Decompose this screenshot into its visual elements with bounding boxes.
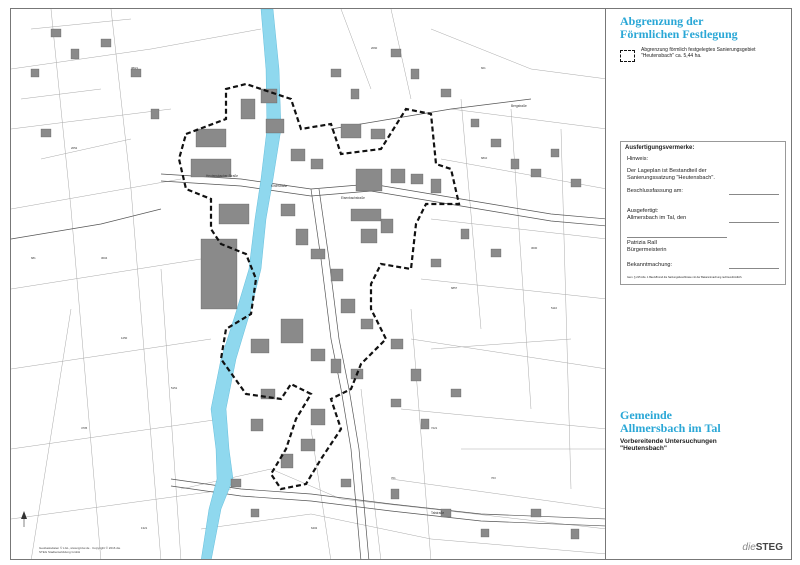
ausgefertigt-label: Ausgefertigt: <box>627 208 659 214</box>
parcel-number: 5151 <box>171 386 178 390</box>
logo-name: STEG <box>755 542 783 553</box>
legal-footnote: Gem. § 215 Abs. 1 BauGB sind die Satzung… <box>627 276 743 279</box>
hinweis-text: Sanierungssatzung "Heutensbach". <box>627 175 715 181</box>
map-canvas: Heutensbacher Straße Eisenbachstraße Ber… <box>11 9 605 559</box>
signature-line <box>729 194 779 195</box>
parcel-number: 2052 <box>71 146 78 150</box>
parcel-number: 4705 <box>81 426 88 430</box>
ausfertigungsvermerke-box: Ausfertigungsvermerke: Hinweis: Der Lage… <box>620 141 786 285</box>
subtitle-line: Vorbereitende Untersuchungen <box>620 438 717 445</box>
plan-sheet: Heutensbacher Straße Eisenbachstraße Ber… <box>0 0 800 565</box>
buildings <box>30 28 582 540</box>
gemeinde-title: Gemeinde Allmersbach im Tal <box>620 409 790 435</box>
legend-item-text: Abgrenzung förmlich festgelegtes Sanieru… <box>641 47 756 59</box>
hinweis-text: Der Lageplan ist Bestandteil der <box>627 168 707 174</box>
logo-prefix: die <box>742 542 756 553</box>
parcel-number: 601 <box>481 66 486 70</box>
gemeinde-line: Allmersbach im Tal <box>620 421 721 435</box>
beschluss-label: Beschlussfassung am: <box>627 188 683 194</box>
map-copyright: Geobasisdaten © LGL, www.lgl-bw.de · Cop… <box>39 546 121 554</box>
parcel-number: 2060 <box>371 46 378 50</box>
parcel-number: 5110 <box>551 306 557 310</box>
parcel-number: 6810 <box>481 156 488 160</box>
ort-datum-label: Allmersbach im Tal, den <box>627 215 687 221</box>
signature-line <box>729 268 779 269</box>
street-label: Kirchstraße <box>271 184 288 188</box>
signatory-name: Patrizia Rall <box>627 240 657 246</box>
hinweis-label: Hinweis: <box>627 156 649 162</box>
legend-title-line: Förmlichen Festlegung <box>620 27 738 41</box>
legend-panel: Abgrenzung der Förmlichen Festlegung Abg… <box>606 8 792 560</box>
legend-title: Abgrenzung der Förmlichen Festlegung <box>620 15 790 41</box>
street-label: Bergstraße <box>511 104 527 108</box>
dashed-boundary-icon <box>620 50 635 62</box>
parcel-number: 763 <box>491 476 496 480</box>
parcel-lines <box>11 9 605 559</box>
site-map[interactable]: Heutensbacher Straße Eisenbachstraße Ber… <box>10 8 606 560</box>
parcel-number-labels: 380/1 2052 6810 3000 6857 1250 4705 5151 701 763 6… <box>31 46 557 530</box>
parcel-number: 380/1 <box>131 66 138 70</box>
street-label: Eisenbachstraße <box>341 196 365 200</box>
signatory-function: Bürgermeisterin <box>627 247 667 253</box>
parcel-number: 7221 <box>431 426 438 430</box>
parcel-number: 701 <box>391 476 396 480</box>
street-label: Talstraße <box>431 511 444 515</box>
parcel-number: 1321 <box>141 526 148 530</box>
parcel-number: 3004 <box>101 256 108 260</box>
signature-line <box>729 222 779 223</box>
bekanntmachung-label: Bekanntmachung: <box>627 262 673 268</box>
parcel-number: 681 <box>31 256 36 260</box>
signature-line <box>627 237 727 238</box>
vermerke-heading: Ausfertigungsvermerke: <box>625 145 695 151</box>
parcel-number: 6402 <box>311 526 318 530</box>
north-arrow-icon <box>21 511 27 527</box>
project-subtitle: Vorbereitende Untersuchungen "Heutensbac… <box>620 438 790 452</box>
street-label: Heutensbacher Straße <box>206 174 238 178</box>
subtitle-line: "Heutensbach" <box>620 445 667 452</box>
parcel-number: 3000 <box>531 246 538 250</box>
parcel-number: 6857 <box>451 286 458 290</box>
steg-logo: dieSTEG <box>742 542 783 553</box>
parcel-number: 1250 <box>121 336 128 340</box>
